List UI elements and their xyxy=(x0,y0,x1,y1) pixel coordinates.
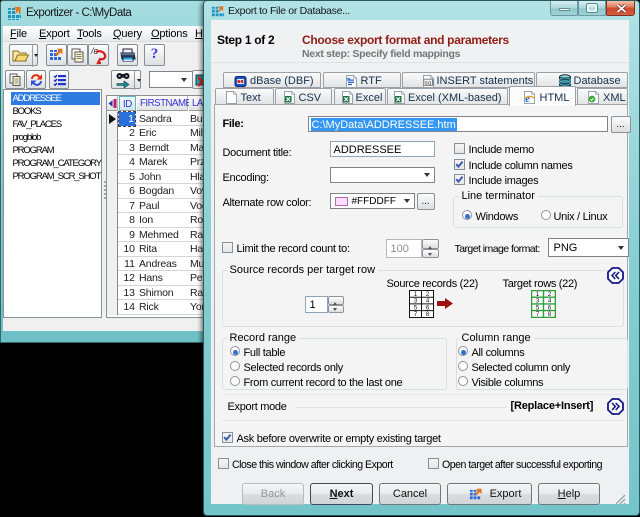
svg-text:sql: sql xyxy=(424,79,434,86)
svg-text:e: e xyxy=(525,94,530,104)
